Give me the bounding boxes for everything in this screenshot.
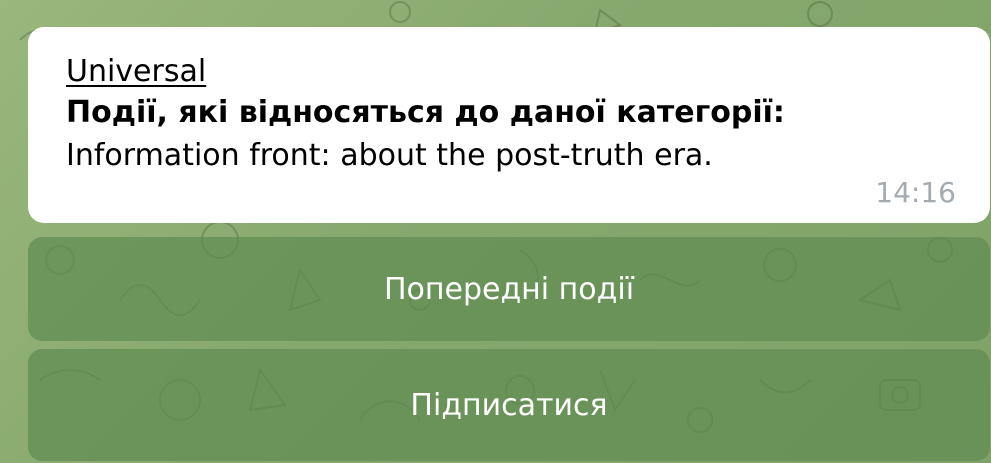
previous-events-label: Попередні події [383, 271, 635, 307]
sender-name-link[interactable]: Universal [66, 53, 954, 91]
subscribe-button[interactable]: Підписатися [28, 349, 990, 461]
message-timestamp: 14:16 [875, 176, 956, 209]
message-bubble: Universal Події, які відносяться до дано… [28, 27, 990, 223]
previous-events-button[interactable]: Попередні події [28, 237, 990, 341]
subscribe-label: Підписатися [410, 387, 608, 423]
message-body: Information front: about the post-truth … [66, 138, 713, 173]
message-heading: Події, які відносяться до даної категорі… [66, 95, 785, 130]
